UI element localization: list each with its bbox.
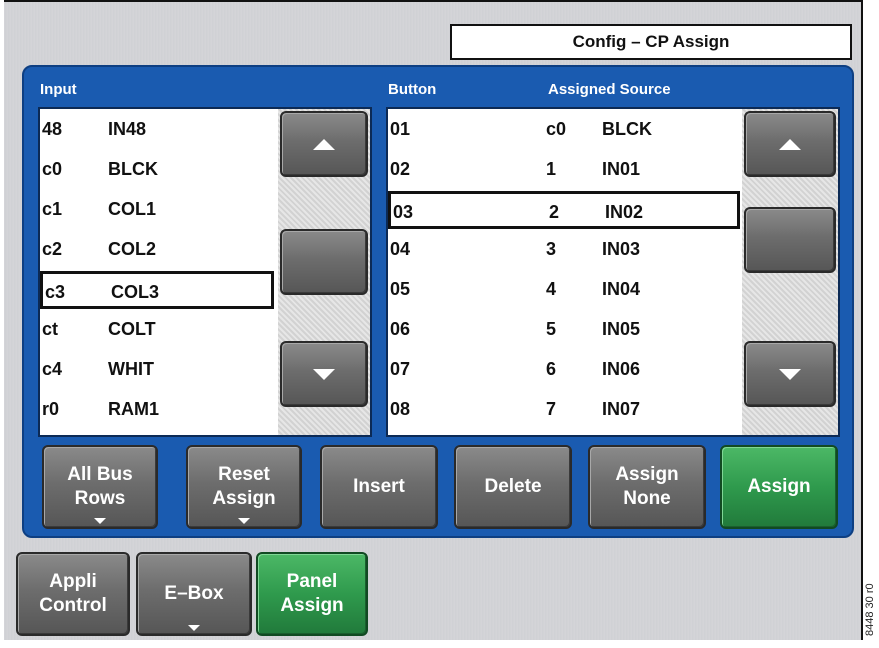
small-down-triangle-icon (94, 518, 106, 524)
triangle-down-icon (779, 368, 801, 380)
input-code: r0 (42, 399, 60, 419)
source-name: IN04 (602, 279, 641, 299)
appli-control-tab[interactable]: Appli Control (16, 552, 130, 636)
reset-assign-label: Reset Assign (212, 464, 276, 509)
list-item[interactable]: ct COLT (40, 311, 274, 349)
button-number: 04 (390, 239, 411, 259)
source-name: IN03 (602, 239, 641, 259)
assign-none-button[interactable]: Assign None (588, 445, 706, 529)
assign-none-label: Assign None (615, 464, 679, 509)
source-code: 4 (546, 279, 557, 299)
input-code: ct (42, 319, 59, 339)
list-item[interactable]: 48 IN48 (40, 111, 274, 149)
button-number: 08 (390, 399, 411, 419)
button-header: Button (388, 81, 437, 98)
source-code: 6 (546, 359, 557, 379)
list-item[interactable]: r0 RAM1 (40, 391, 274, 429)
source-code: 7 (546, 399, 557, 419)
delete-label: Delete (484, 476, 542, 498)
input-name: IN48 (108, 119, 147, 139)
assign-button[interactable]: Assign (720, 445, 838, 529)
source-name: IN07 (602, 399, 641, 419)
input-header: Input (40, 81, 77, 98)
panel-assign-tab[interactable]: Panel Assign (256, 552, 368, 636)
button-number: 03 (393, 202, 414, 222)
list-item[interactable]: c4 WHIT (40, 351, 274, 389)
input-name: COL2 (108, 239, 157, 259)
input-code: c2 (42, 239, 63, 259)
list-item[interactable]: c3 COL3 (40, 271, 274, 309)
assign-scroll-up-button[interactable] (744, 111, 836, 177)
all-bus-rows-button[interactable]: All Bus Rows (42, 445, 158, 529)
input-code: c4 (42, 359, 63, 379)
source-name: IN02 (605, 202, 644, 222)
list-item[interactable]: 06 5 IN05 (388, 311, 740, 349)
input-code: c3 (45, 282, 66, 302)
all-bus-rows-label: All Bus Rows (67, 464, 133, 509)
input-name: COL3 (111, 282, 160, 302)
source-code: 2 (549, 202, 560, 222)
source-name: BLCK (602, 119, 652, 139)
list-item[interactable]: 05 4 IN04 (388, 271, 740, 309)
list-item[interactable]: 03 2 IN02 (388, 191, 740, 229)
assigned-source-header: Assigned Source (548, 81, 671, 98)
button-number: 05 (390, 279, 411, 299)
appli-control-label: Appli Control (39, 571, 107, 616)
button-number: 01 (390, 119, 411, 139)
list-item[interactable]: 04 3 IN03 (388, 231, 740, 269)
input-name: BLCK (108, 159, 158, 179)
input-scroll-thumb[interactable] (280, 229, 368, 295)
page-title: Config – CP Assign (450, 24, 852, 60)
input-name: RAM1 (108, 399, 160, 419)
assign-scroll-down-button[interactable] (744, 341, 836, 407)
input-code: c1 (42, 199, 63, 219)
button-number: 02 (390, 159, 411, 179)
assign-scroll-thumb[interactable] (744, 207, 836, 273)
source-code: 1 (546, 159, 557, 179)
input-name: COLT (108, 319, 156, 339)
source-name: IN06 (602, 359, 641, 379)
input-code: c0 (42, 159, 63, 179)
input-name: COL1 (108, 199, 157, 219)
button-number: 06 (390, 319, 411, 339)
triangle-up-icon (779, 138, 801, 150)
source-code: c0 (546, 119, 567, 139)
small-down-triangle-icon (238, 518, 250, 524)
insert-label: Insert (353, 476, 405, 498)
panel-assign-label: Panel Assign (280, 571, 344, 616)
source-code: 3 (546, 239, 557, 259)
input-scroll-down-button[interactable] (280, 341, 368, 407)
assign-list[interactable]: 01 c0 BLCK 02 1 IN01 03 2 IN02 04 3 IN03 05 4 IN04 06 5 I… (386, 107, 840, 437)
input-list[interactable]: 48 IN48 c0 BLCK c1 COL1 c2 COL2 c3 COL3 ct COLT c4 WH… (38, 107, 372, 437)
insert-button[interactable]: Insert (320, 445, 438, 529)
input-code: 48 (42, 119, 63, 139)
reset-assign-button[interactable]: Reset Assign (186, 445, 302, 529)
e-box-tab[interactable]: E–Box (136, 552, 252, 636)
assign-panel: Input Button Assigned Source 48 IN48 c0 BLC… (22, 65, 854, 538)
triangle-up-icon (313, 138, 335, 150)
figure-id: 8448 30 r0 (864, 583, 876, 636)
button-number: 07 (390, 359, 411, 379)
list-item[interactable]: c0 BLCK (40, 151, 274, 189)
input-scroll-up-button[interactable] (280, 111, 368, 177)
right-rule (861, 0, 863, 640)
input-name: WHIT (108, 359, 154, 379)
list-item[interactable]: 02 1 IN01 (388, 151, 740, 189)
list-item[interactable]: c2 COL2 (40, 231, 274, 269)
screen: Config – CP Assign Input Button Assigned… (4, 0, 862, 640)
assign-label: Assign (747, 476, 811, 498)
list-item[interactable]: 01 c0 BLCK (388, 111, 740, 149)
list-item[interactable]: c1 COL1 (40, 191, 274, 229)
delete-button[interactable]: Delete (454, 445, 572, 529)
source-name: IN01 (602, 159, 641, 179)
small-down-triangle-icon (188, 625, 200, 631)
list-item[interactable]: 07 6 IN06 (388, 351, 740, 389)
source-name: IN05 (602, 319, 641, 339)
top-rule (4, 0, 862, 2)
list-item[interactable]: 08 7 IN07 (388, 391, 740, 429)
source-code: 5 (546, 319, 557, 339)
triangle-down-icon (313, 368, 335, 380)
e-box-label: E–Box (164, 583, 224, 605)
